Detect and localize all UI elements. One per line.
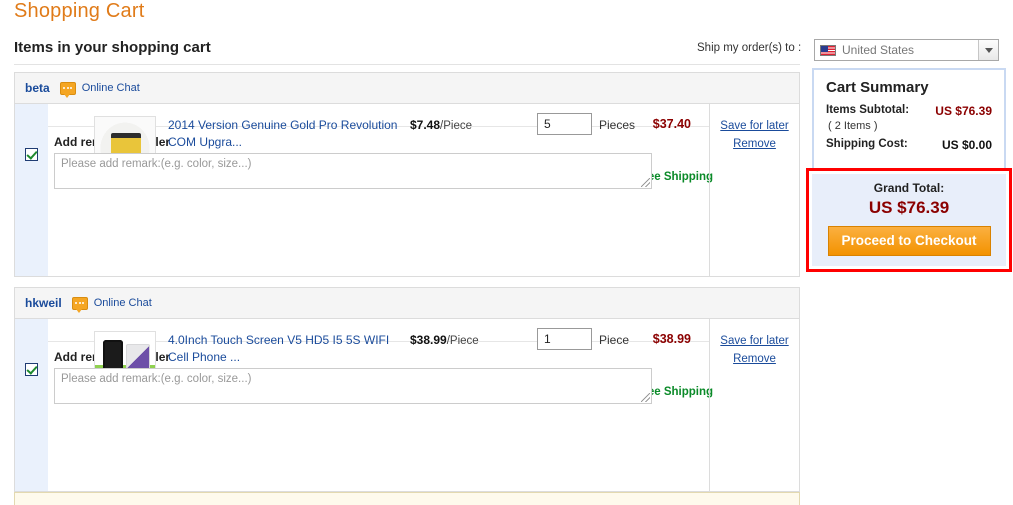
unit-price-amount: $7.48 — [410, 118, 440, 132]
ship-to-label: Ship my order(s) to : — [697, 42, 801, 54]
seller-name[interactable]: hkweil — [25, 296, 62, 310]
shopping-cart-page: Shopping Cart Items in your shopping car… — [0, 0, 1013, 505]
item-details: 2014 Version Genuine Gold Pro Revolution… — [48, 104, 799, 276]
us-flag-icon — [820, 45, 836, 56]
chevron-down-icon[interactable] — [978, 40, 998, 60]
shipping-cost-row: Shipping Cost: US $0.00 — [814, 136, 1004, 162]
page-title: Shopping Cart — [14, 0, 144, 23]
seller-block: beta Online Chat 2014 Version Genuine Go… — [14, 72, 800, 277]
seller-name[interactable]: beta — [25, 81, 50, 95]
subtotal-row: Items Subtotal: US $76.39 — [814, 102, 1004, 120]
item-checkbox[interactable] — [25, 363, 38, 376]
quantity-unit: Pieces — [599, 118, 635, 132]
remark-textarea[interactable]: Please add remark:(e.g. color, size...) — [54, 153, 652, 189]
seller-block: hkweil Online Chat 4.0Inch Touch Screen … — [14, 287, 800, 492]
item-select-column — [15, 104, 48, 276]
subtotal-value: US $76.39 — [935, 104, 992, 118]
online-chat-link[interactable]: Online Chat — [94, 297, 152, 309]
item-select-column — [15, 319, 48, 491]
quantity-unit: Piece — [599, 333, 629, 347]
line-total: $38.99 — [653, 332, 691, 346]
resize-grip-icon[interactable] — [641, 178, 650, 187]
grand-total-label: Grand Total: — [812, 181, 1006, 195]
grand-total-highlight: Grand Total: US $76.39 Proceed to Checko… — [806, 168, 1012, 272]
unit-price: $7.48/Piece — [410, 118, 472, 132]
items-count: ( 2 Items ) — [814, 120, 1004, 136]
chat-bubble-icon[interactable] — [72, 297, 88, 310]
item-details: 4.0Inch Touch Screen V5 HD5 I5 5S WIFI C… — [48, 319, 799, 491]
country-select-value: United States — [842, 43, 914, 57]
resize-grip-icon[interactable] — [641, 393, 650, 402]
seller-block-partial — [14, 492, 800, 505]
grand-total-panel: Grand Total: US $76.39 Proceed to Checko… — [809, 171, 1009, 269]
seller-header: beta Online Chat — [15, 73, 799, 104]
cart-item-row: 2014 Version Genuine Gold Pro Revolution… — [15, 104, 799, 276]
cart-summary-title: Cart Summary — [814, 70, 1004, 102]
cart-item-row: 4.0Inch Touch Screen V5 HD5 I5 5S WIFI C… — [15, 319, 799, 491]
product-title-link[interactable]: 2014 Version Genuine Gold Pro Revolution… — [168, 117, 400, 151]
line-total: $37.40 — [653, 117, 691, 131]
save-for-later-link[interactable]: Save for later — [710, 117, 799, 135]
remark-textarea[interactable]: Please add remark:(e.g. color, size...) — [54, 368, 652, 404]
divider — [14, 64, 800, 65]
quantity-input[interactable]: 5 — [537, 113, 592, 135]
country-select[interactable]: United States — [814, 39, 999, 61]
chat-bubble-icon[interactable] — [60, 82, 76, 95]
remove-link[interactable]: Remove — [710, 135, 799, 153]
seller-header: hkweil Online Chat — [15, 288, 799, 319]
unit-price-amount: $38.99 — [410, 333, 447, 347]
item-actions: Save for later Remove — [709, 104, 799, 276]
save-for-later-link[interactable]: Save for later — [710, 332, 799, 350]
remove-link[interactable]: Remove — [710, 350, 799, 368]
grand-total-value: US $76.39 — [812, 198, 1006, 218]
quantity-input[interactable]: 1 — [537, 328, 592, 350]
online-chat-link[interactable]: Online Chat — [82, 82, 140, 94]
product-title-link[interactable]: 4.0Inch Touch Screen V5 HD5 I5 5S WIFI C… — [168, 332, 400, 366]
unit-price: $38.99/Piece — [410, 333, 479, 347]
unit-price-suffix: /Piece — [440, 120, 472, 132]
section-title: Items in your shopping cart — [14, 39, 211, 56]
proceed-to-checkout-button[interactable]: Proceed to Checkout — [828, 226, 991, 256]
item-actions: Save for later Remove — [709, 319, 799, 491]
shipping-cost-value: US $0.00 — [942, 138, 992, 152]
shipping-cost-label: Shipping Cost: — [826, 138, 908, 152]
unit-price-suffix: /Piece — [447, 335, 479, 347]
item-checkbox[interactable] — [25, 148, 38, 161]
subtotal-label: Items Subtotal: — [826, 104, 909, 118]
